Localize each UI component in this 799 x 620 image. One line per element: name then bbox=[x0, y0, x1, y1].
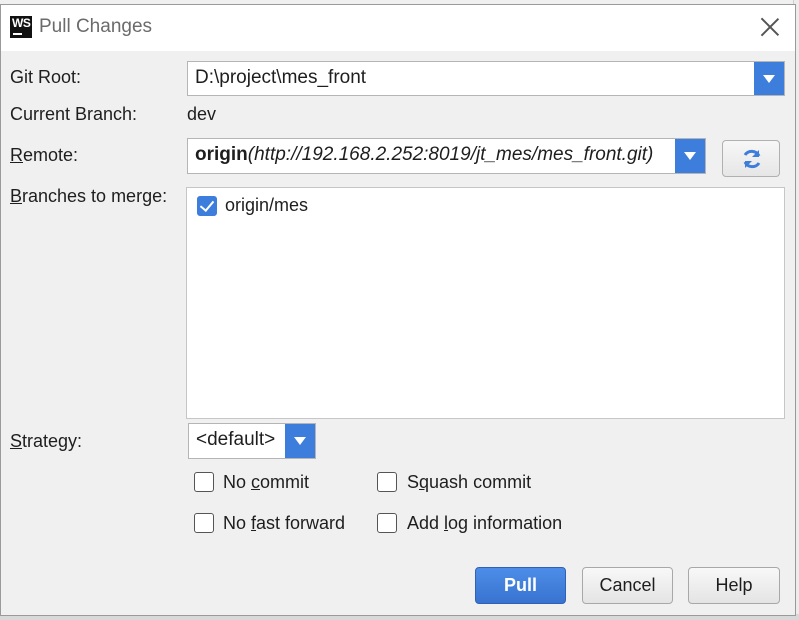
no-commit-text-b: ommit bbox=[260, 472, 310, 492]
pull-changes-dialog: WS Pull Changes Git Root: D:\project\mes… bbox=[0, 4, 796, 616]
strategy-label: Strategy: bbox=[10, 431, 82, 452]
help-button[interactable]: Help bbox=[688, 567, 780, 604]
add-log-text-b: og information bbox=[448, 513, 563, 533]
git-root-label: Git Root: bbox=[10, 67, 82, 87]
chevron-down-icon[interactable] bbox=[285, 424, 315, 458]
dialog-title: Pull Changes bbox=[39, 16, 153, 37]
no-commit-mnemonic: c bbox=[251, 472, 261, 492]
chevron-down-icon[interactable] bbox=[675, 139, 705, 173]
add-log-text-a: Add bbox=[407, 513, 445, 533]
git-root-value: D:\project\mes_front bbox=[195, 67, 367, 88]
branches-label: Branches to merge: bbox=[10, 186, 167, 207]
strategy-label-rest: trategy: bbox=[22, 431, 83, 451]
branches-label-mnemonic: B bbox=[10, 186, 23, 206]
title-bar: WS Pull Changes bbox=[1, 5, 795, 51]
add-log-information-checkbox[interactable] bbox=[377, 513, 397, 533]
no-commit-text-a: No bbox=[223, 472, 252, 492]
strategy-label-mnemonic: S bbox=[10, 431, 23, 451]
no-commit-label[interactable]: No commit bbox=[223, 472, 309, 493]
squash-commit-mnemonic: q bbox=[419, 472, 430, 492]
no-fast-forward-label[interactable]: No fast forward bbox=[223, 513, 345, 534]
pull-button[interactable]: Pull bbox=[475, 567, 566, 604]
remote-label-mnemonic: R bbox=[10, 145, 23, 165]
strategy-value: <default> bbox=[196, 429, 276, 450]
branches-label-rest: ranches to merge: bbox=[22, 186, 168, 206]
squash-commit-text-b: uash commit bbox=[429, 472, 532, 492]
no-commit-checkbox[interactable] bbox=[194, 472, 214, 492]
squash-commit-label[interactable]: Squash commit bbox=[407, 472, 531, 493]
app-icon-text: WS bbox=[12, 16, 31, 30]
branch-checkbox[interactable] bbox=[197, 196, 217, 216]
refresh-remotes-button[interactable] bbox=[722, 140, 780, 177]
no-fast-forward-checkbox[interactable] bbox=[194, 513, 214, 533]
squash-commit-text-a: S bbox=[407, 472, 420, 492]
squash-commit-checkbox[interactable] bbox=[377, 472, 397, 492]
refresh-icon bbox=[743, 149, 761, 169]
remote-label-rest: emote: bbox=[23, 145, 79, 165]
remote-select[interactable]: origin(http://192.168.2.252:8019/jt_mes/… bbox=[187, 138, 706, 174]
branches-list[interactable]: origin/mes bbox=[186, 187, 785, 419]
current-branch-label: Current Branch: bbox=[10, 104, 138, 124]
remote-value: origin(http://192.168.2.252:8019/jt_mes/… bbox=[195, 144, 653, 166]
add-log-information-label[interactable]: Add log information bbox=[407, 513, 562, 534]
webstorm-app-icon: WS bbox=[10, 16, 32, 38]
remote-url: (http://192.168.2.252:8019/jt_mes/mes_fr… bbox=[247, 144, 654, 165]
branch-name[interactable]: origin/mes bbox=[225, 195, 308, 216]
current-branch-value: dev bbox=[187, 104, 217, 124]
close-icon[interactable] bbox=[759, 16, 781, 38]
strategy-select[interactable]: <default> bbox=[188, 423, 316, 459]
remote-name: origin bbox=[195, 144, 248, 165]
no-fast-forward-text-a: No bbox=[223, 513, 252, 533]
no-fast-forward-text-b: ast forward bbox=[256, 513, 346, 533]
chevron-down-icon[interactable] bbox=[754, 62, 784, 95]
git-root-select[interactable]: D:\project\mes_front bbox=[187, 61, 785, 96]
cancel-button[interactable]: Cancel bbox=[582, 567, 673, 604]
remote-label: Remote: bbox=[10, 145, 78, 166]
